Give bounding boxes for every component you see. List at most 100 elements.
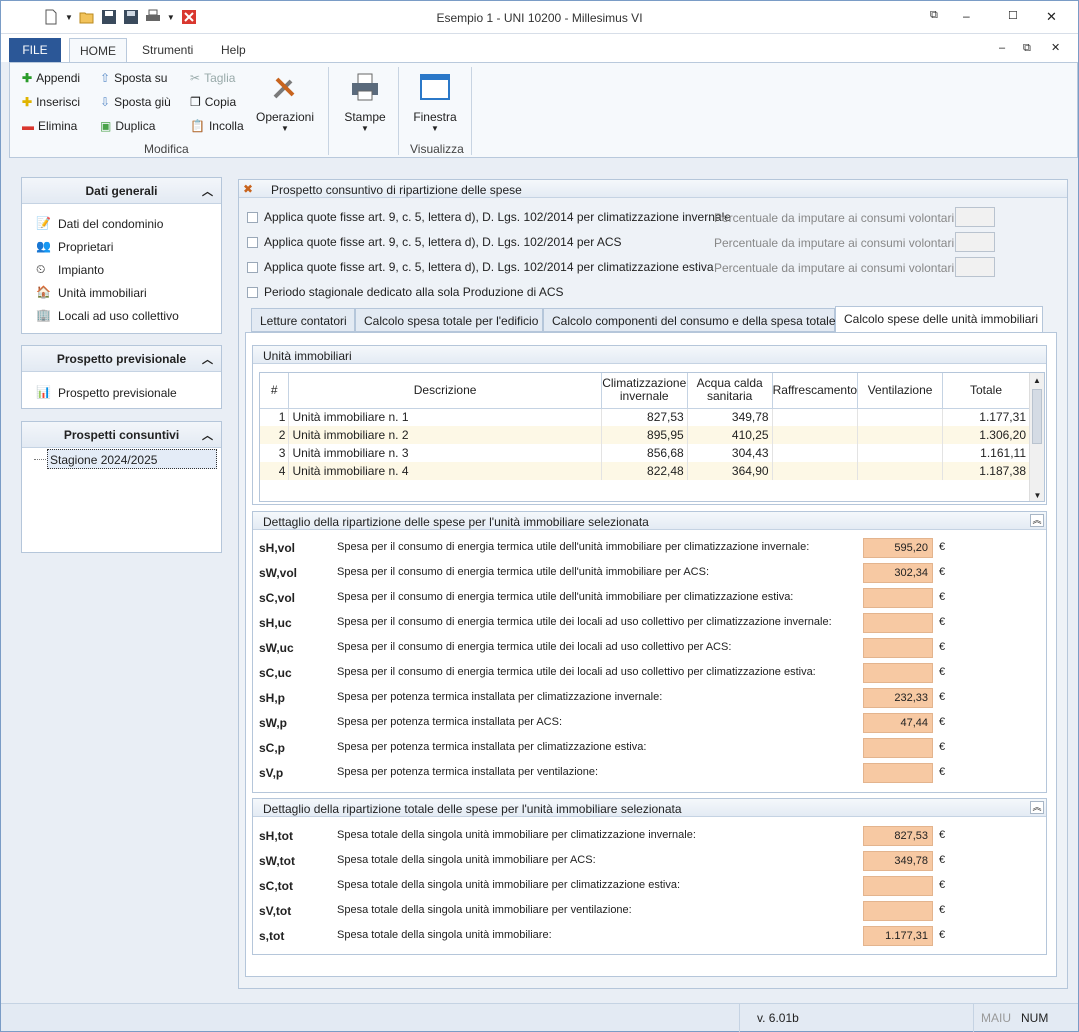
group-header: Dettaglio della ripartizione totale dell… <box>253 799 1046 817</box>
euro-label: € <box>939 766 946 778</box>
tree-item-stagione[interactable]: Stagione 2024/2025 <box>47 449 217 469</box>
row-desc: Spesa totale della singola unità immobil… <box>337 879 681 891</box>
panel-title: Prospetti consuntivi <box>63 428 180 442</box>
close-icon[interactable]: ✕ <box>1046 9 1062 24</box>
move-up-button[interactable]: ⇧ Sposta su <box>100 71 167 85</box>
checkbox[interactable] <box>247 211 258 223</box>
delete-button[interactable]: ▬ Elimina <box>22 119 77 133</box>
minimize-icon[interactable]: – <box>963 9 979 23</box>
append-label: Appendi <box>36 71 81 85</box>
maximize-icon[interactable]: ☐ <box>1008 9 1024 23</box>
row-desc: Spesa totale della singola unità immobil… <box>337 829 696 841</box>
check-periodo-acs[interactable]: Periodo stagionale dedicato alla sola Pr… <box>247 285 564 299</box>
scroll-up-icon[interactable]: ▲ <box>1030 373 1044 385</box>
stampe-button[interactable]: Stampe ▼ <box>340 71 390 133</box>
duplicate-button[interactable]: ▣ Duplica <box>100 119 155 133</box>
cell: Unità immobiliare n. 4 <box>288 462 602 480</box>
cell: Unità immobiliare n. 2 <box>288 426 602 444</box>
check-quote-invernale[interactable]: Applica quote fisse art. 9, c. 5, letter… <box>247 210 731 224</box>
cell: 1.187,38 <box>942 462 1030 480</box>
row-value: 232,33 <box>863 688 933 708</box>
move-down-button[interactable]: ⇩ Sposta giù <box>100 95 171 109</box>
table-row[interactable]: 4 Unità immobiliare n. 4 822,48 364,90 1.187… <box>260 462 1030 480</box>
detail-row: sW,p Spesa per potenza termica installata… <box>259 713 1039 733</box>
insert-button[interactable]: ✚ Inserisci <box>22 95 80 109</box>
checkbox[interactable] <box>247 236 258 248</box>
paste-icon: 📋 <box>190 119 205 133</box>
collapse-icon[interactable]: ︿ <box>202 427 213 443</box>
tree-connector <box>34 459 46 460</box>
sidebar-item-label: Impianto <box>58 262 105 277</box>
row-value <box>863 876 933 896</box>
col-header[interactable]: Acqua calda sanitaria <box>687 373 773 409</box>
tab-letture[interactable]: Letture contatori <box>251 308 355 332</box>
ribbon-restore-icon[interactable]: ⧉ <box>1023 42 1031 55</box>
tab-help[interactable]: Help <box>211 38 256 62</box>
checkbox[interactable] <box>247 261 258 273</box>
col-header[interactable]: Totale <box>942 373 1030 409</box>
perc-label: Percentuale da imputare ai consumi volon… <box>714 261 958 275</box>
tab-spesa-edificio[interactable]: Calcolo spesa totale per l'edificio <box>355 308 543 332</box>
cell: 1.306,20 <box>942 426 1030 444</box>
sidebar-item-impianto[interactable]: ⏲ Impianto <box>22 258 221 281</box>
perc-field-acs[interactable] <box>955 232 995 252</box>
scroll-thumb[interactable] <box>1032 389 1042 444</box>
col-header[interactable]: # <box>260 373 290 409</box>
sidebar-item-unita[interactable]: 🏠 Unità immobiliari <box>22 281 221 304</box>
panel-header[interactable]: Dati generali ︿ <box>22 178 221 204</box>
num-indicator: NUM <box>1021 1011 1049 1025</box>
table-row[interactable]: 1 Unità immobiliare n. 1 827,53 349,78 1.177… <box>260 408 1030 426</box>
table-row[interactable]: 3 Unità immobiliare n. 3 856,68 304,43 1.161… <box>260 444 1030 462</box>
sidebar-item-locali[interactable]: 🏢 Locali ad uso collettivo <box>22 304 221 327</box>
sidebar-item-condominio[interactable]: 📝 Dati del condominio <box>22 212 221 235</box>
cell <box>772 462 859 480</box>
col-header[interactable]: Ventilazione <box>857 373 944 409</box>
tab-componenti[interactable]: Calcolo componenti del consumo e della s… <box>543 308 836 332</box>
col-header[interactable]: Climatizzazione invernale <box>601 373 688 409</box>
scroll-down-icon[interactable]: ▼ <box>1030 491 1044 500</box>
ribbon-close-icon[interactable]: ✕ <box>1051 41 1060 54</box>
sidebar-item-previsionale[interactable]: 📊 Prospetto previsionale <box>22 381 221 404</box>
cell <box>772 408 859 426</box>
collapse-icon[interactable]: ︽ <box>1030 801 1044 814</box>
cell: Unità immobiliare n. 3 <box>288 444 602 462</box>
move-down-label: Sposta giù <box>114 95 171 109</box>
operazioni-button[interactable]: Operazioni ▼ <box>254 71 316 133</box>
cut-button[interactable]: ✂ Taglia <box>190 71 235 85</box>
perc-field-estiva[interactable] <box>955 257 995 277</box>
table-row[interactable]: 2 Unità immobiliare n. 2 895,95 410,25 1.306… <box>260 426 1030 444</box>
col-header[interactable]: Descrizione <box>288 373 602 409</box>
ribbon-separator <box>398 67 399 155</box>
tab-home[interactable]: HOME <box>69 38 127 63</box>
copy-button[interactable]: ❐ Copia <box>190 95 236 109</box>
col-header[interactable]: Raffrescamento <box>772 373 859 409</box>
collapse-icon[interactable]: ︽ <box>1030 514 1044 527</box>
check-quote-acs[interactable]: Applica quote fisse art. 9, c. 5, letter… <box>247 235 622 249</box>
tree-item-label: Stagione 2024/2025 <box>50 453 158 467</box>
perc-field-invernale[interactable] <box>955 207 995 227</box>
detail-row: sW,vol Spesa per il consumo di energia te… <box>259 563 1039 583</box>
check-quote-estiva[interactable]: Applica quote fisse art. 9, c. 5, letter… <box>247 260 714 274</box>
tab-file[interactable]: FILE <box>9 38 61 62</box>
row-code: sC,vol <box>259 591 296 605</box>
report-icon: 📊 <box>36 384 51 399</box>
collapse-icon[interactable]: ︿ <box>202 183 213 199</box>
panel-header[interactable]: Prospetto previsionale ︿ <box>22 346 221 372</box>
row-desc: Spesa per potenza termica installata per… <box>337 766 599 778</box>
panel-header[interactable]: Prospetti consuntivi ︿ <box>22 422 221 448</box>
vertical-scrollbar[interactable]: ▲ ▼ <box>1029 373 1044 501</box>
collapse-icon[interactable]: ︿ <box>202 351 213 367</box>
ribbon-minimize-icon[interactable]: – <box>999 42 1005 54</box>
tab-spese-unita[interactable]: Calcolo spese delle unità immobiliari <box>835 306 1043 333</box>
sidebar-item-proprietari[interactable]: 👥 Proprietari <box>22 235 221 258</box>
row-value: 1.177,31 <box>863 926 933 946</box>
row-value: 302,34 <box>863 563 933 583</box>
finestra-button[interactable]: Finestra ▼ <box>408 71 462 133</box>
tab-strumenti[interactable]: Strumenti <box>132 38 203 62</box>
euro-label: € <box>939 929 946 941</box>
paste-button[interactable]: 📋 Incolla <box>190 119 244 133</box>
cell: 364,90 <box>687 462 773 480</box>
append-button[interactable]: ✚ Appendi <box>22 71 80 85</box>
checkbox[interactable] <box>247 286 258 298</box>
restore-icon[interactable]: ⧉ <box>930 9 946 23</box>
